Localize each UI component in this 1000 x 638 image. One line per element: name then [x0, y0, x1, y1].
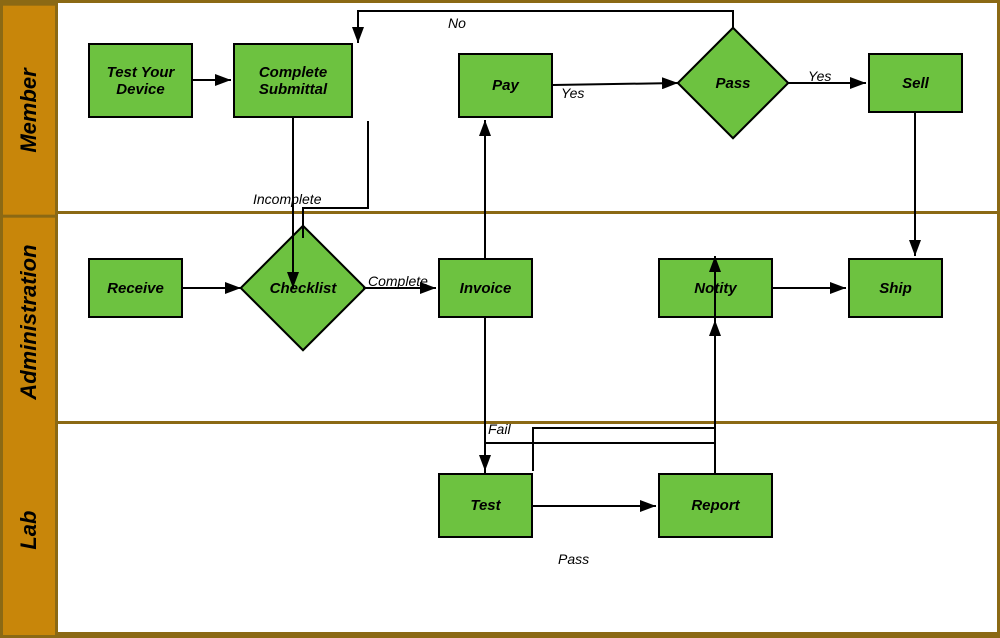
node-test: Test: [438, 473, 533, 538]
label-pass-lab: Pass: [558, 551, 589, 567]
node-report: Report: [658, 473, 773, 538]
node-checklist: Checklist: [243, 238, 363, 338]
label-no: No: [448, 15, 466, 31]
content-area: Test Your Device Complete Submittal Pay …: [58, 3, 997, 635]
labels-column: Member Administration Lab: [3, 3, 58, 635]
node-pay: Pay: [458, 53, 553, 118]
lane-administration: [58, 214, 997, 425]
node-complete-submittal: Complete Submittal: [233, 43, 353, 118]
node-ship: Ship: [848, 258, 943, 318]
node-sell: Sell: [868, 53, 963, 113]
node-pass-diamond: Pass: [678, 28, 788, 138]
label-incomplete: Incomplete: [253, 191, 321, 207]
node-test-your-device: Test Your Device: [88, 43, 193, 118]
node-invoice: Invoice: [438, 258, 533, 318]
label-complete: Complete: [368, 273, 428, 289]
label-yes-pay: Yes: [561, 85, 584, 101]
label-yes-pass: Yes: [808, 68, 831, 84]
label-fail: Fail: [488, 421, 511, 437]
lane-label-member: Member: [3, 3, 55, 215]
lane-label-administration: Administration: [3, 215, 55, 427]
node-notity: Notity: [658, 258, 773, 318]
lane-label-lab: Lab: [3, 426, 55, 635]
diagram-container: Member Administration Lab Test Your Devi…: [0, 0, 1000, 638]
node-receive: Receive: [88, 258, 183, 318]
